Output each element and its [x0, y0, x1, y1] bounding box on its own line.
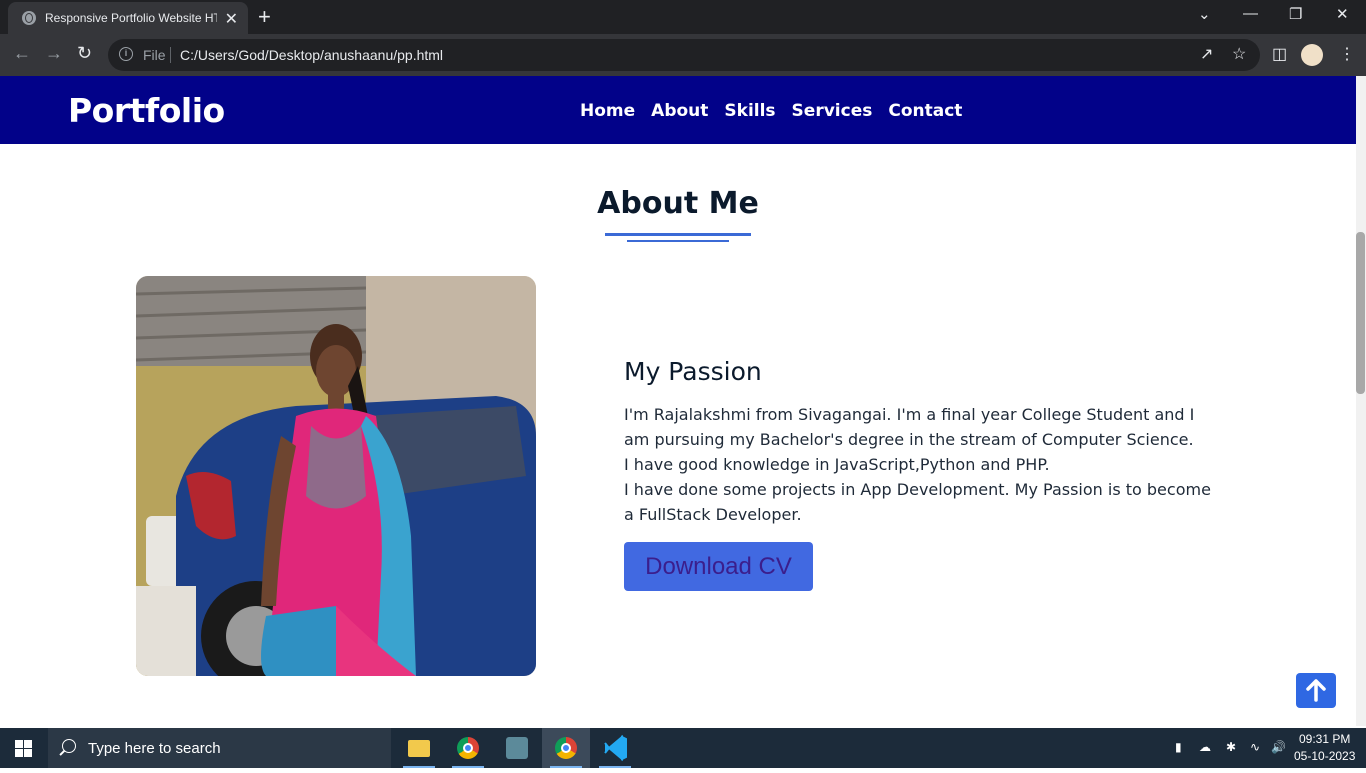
- taskbar-clock[interactable]: 09:31 PM 05-10-2023: [1294, 731, 1355, 765]
- tab-title: Responsive Portfolio Website HT: [45, 11, 217, 25]
- globe-icon: [22, 11, 36, 25]
- reload-icon[interactable]: ↻: [77, 43, 92, 64]
- arrow-up-icon: [1306, 679, 1326, 702]
- tab-close-icon[interactable]: ✕: [225, 9, 238, 29]
- nav-menu: Home About Skills Services Contact: [580, 101, 962, 121]
- about-line: I'm Rajalakshmi from Sivagangai. I'm a f…: [624, 405, 1195, 449]
- forward-arrow-icon[interactable]: →: [45, 43, 63, 64]
- download-cv-button[interactable]: Download CV: [624, 542, 813, 591]
- divider: [170, 47, 171, 63]
- onedrive-icon[interactable]: ☁: [1199, 740, 1211, 754]
- profile-photo-illustration: [136, 276, 536, 676]
- bookmark-star-icon[interactable]: ☆: [1232, 44, 1246, 64]
- scrollbar-track[interactable]: [1356, 76, 1366, 726]
- volume-icon[interactable]: 🔊: [1271, 740, 1286, 754]
- profile-photo: [136, 276, 536, 676]
- search-placeholder: Type here to search: [88, 740, 221, 757]
- share-icon[interactable]: ↗: [1200, 44, 1213, 64]
- minimize-button[interactable]: —: [1243, 5, 1258, 22]
- windows-start-icon[interactable]: [15, 740, 32, 757]
- about-description: I'm Rajalakshmi from Sivagangai. I'm a f…: [624, 402, 1224, 527]
- new-tab-button[interactable]: +: [258, 4, 271, 30]
- file-label: File: [143, 47, 166, 63]
- nav-contact[interactable]: Contact: [888, 101, 962, 121]
- wifi-icon[interactable]: ∿: [1250, 740, 1260, 754]
- file-explorer-icon[interactable]: [395, 728, 443, 768]
- close-window-button[interactable]: ✕: [1336, 5, 1349, 23]
- site-navbar: Portfolio Home About Skills Services Con…: [0, 76, 1356, 144]
- page-viewport: Portfolio Home About Skills Services Con…: [0, 76, 1356, 726]
- title-underline: [605, 233, 751, 236]
- about-line: I have done some projects in App Develop…: [624, 480, 1211, 524]
- url-text[interactable]: C:/Users/God/Desktop/anushaanu/pp.html: [180, 47, 443, 63]
- subsection-title: My Passion: [624, 357, 762, 386]
- clock-date: 05-10-2023: [1294, 749, 1356, 763]
- chrome-icon[interactable]: [542, 728, 590, 768]
- back-arrow-icon[interactable]: ←: [13, 43, 31, 64]
- address-bar[interactable]: i File C:/Users/God/Desktop/anushaanu/pp…: [108, 39, 1260, 71]
- nav-services[interactable]: Services: [792, 101, 873, 121]
- section-title: About Me: [597, 186, 759, 221]
- title-underline-accent: [627, 240, 729, 242]
- browser-toolbar: ← → ↻ i File C:/Users/God/Desktop/anusha…: [0, 34, 1366, 76]
- scroll-top-button[interactable]: [1296, 673, 1336, 708]
- clock-time: 09:31 PM: [1299, 732, 1351, 746]
- nav-home[interactable]: Home: [580, 101, 635, 121]
- snipping-tool-icon[interactable]: [493, 728, 541, 768]
- vscode-icon[interactable]: [591, 728, 639, 768]
- bluetooth-icon[interactable]: ✱: [1226, 740, 1236, 754]
- site-logo[interactable]: Portfolio: [68, 91, 225, 130]
- scrollbar-thumb[interactable]: [1356, 232, 1365, 394]
- menu-kebab-icon[interactable]: ⋮: [1339, 44, 1355, 64]
- chrome-profile-icon[interactable]: [444, 728, 492, 768]
- about-line: I have good knowledge in JavaScript,Pyth…: [624, 455, 1050, 474]
- side-panel-icon[interactable]: ◫: [1272, 44, 1287, 64]
- restore-button[interactable]: ❐: [1289, 5, 1302, 23]
- tab-search-icon[interactable]: ⌄: [1198, 5, 1211, 23]
- info-icon[interactable]: i: [119, 47, 133, 61]
- browser-tab[interactable]: Responsive Portfolio Website HT ✕: [8, 2, 248, 34]
- nav-about[interactable]: About: [651, 101, 708, 121]
- battery-icon[interactable]: ▮: [1175, 740, 1182, 754]
- taskbar-search[interactable]: Type here to search: [48, 728, 391, 768]
- browser-tab-bar: Responsive Portfolio Website HT ✕ + ⌄ — …: [0, 0, 1366, 34]
- search-icon: [62, 739, 76, 753]
- profile-avatar[interactable]: [1301, 44, 1323, 66]
- windows-taskbar: Type here to search ▮ ☁ ✱ ∿ 🔊 09:31 PM 0…: [0, 728, 1366, 768]
- nav-skills[interactable]: Skills: [724, 101, 775, 121]
